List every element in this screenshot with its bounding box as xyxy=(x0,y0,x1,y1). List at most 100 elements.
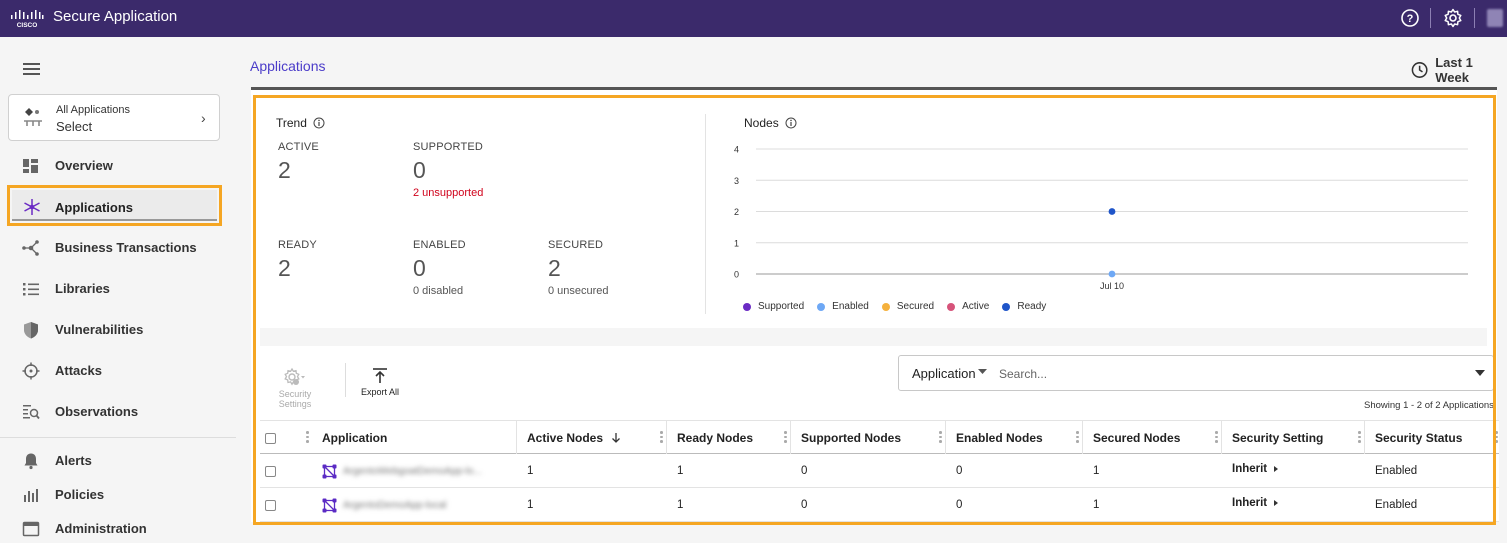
sidebar-item-observations[interactable]: Observations xyxy=(0,394,236,428)
shield-icon xyxy=(24,322,38,339)
security-setting-dropdown[interactable]: Inherit xyxy=(1232,452,1279,486)
select-all-checkbox[interactable] xyxy=(265,421,276,455)
column-header-secured-nodes[interactable]: Secured Nodes xyxy=(1093,421,1180,455)
column-divider xyxy=(666,421,667,455)
y-tick-label: 3 xyxy=(734,176,739,186)
column-header-ready-nodes[interactable]: Ready Nodes xyxy=(677,421,753,455)
libraries-icon xyxy=(23,283,39,296)
export-all-button[interactable]: Export All xyxy=(356,367,404,397)
applications-icon xyxy=(24,199,40,215)
user-avatar[interactable] xyxy=(1487,9,1503,27)
column-header-enabled-nodes[interactable]: Enabled Nodes xyxy=(956,421,1043,455)
search-bar: Application Search... xyxy=(898,355,1494,391)
application-name[interactable]: ArgentoDemoApp-local xyxy=(343,500,446,511)
stat-sub-unsupported[interactable]: 2 unsupported xyxy=(413,187,483,199)
table-row[interactable]: ArgentoWebgoatDemoApp-lo... 1 1 0 0 1 In… xyxy=(260,454,1499,488)
column-menu-icon[interactable] xyxy=(1215,431,1218,445)
security-settings-button[interactable]: Security Settings xyxy=(262,367,328,409)
sidebar-item-business-transactions[interactable]: Business Transactions xyxy=(0,230,236,264)
y-tick-label: 2 xyxy=(734,207,739,217)
table-row[interactable]: ArgentoDemoApp-local 1 1 0 0 1 Inherit E… xyxy=(260,488,1499,522)
secured-nodes-cell: 1 xyxy=(1093,499,1100,511)
column-menu-icon[interactable] xyxy=(1495,431,1498,445)
column-header-security-setting[interactable]: Security Setting xyxy=(1232,421,1323,455)
sidebar-item-policies[interactable]: Policies xyxy=(0,477,236,511)
svg-text:?: ? xyxy=(1407,13,1414,25)
stat-value: 2 xyxy=(278,255,291,281)
application-cell[interactable]: ArgentoDemoApp-local xyxy=(322,488,446,522)
column-menu-icon[interactable] xyxy=(306,431,309,445)
column-header-security-status[interactable]: Security Status xyxy=(1375,421,1462,455)
app-selector-title: All Applications xyxy=(56,104,130,116)
application-hierarchy-icon xyxy=(24,108,42,126)
column-menu-icon[interactable] xyxy=(1358,431,1361,445)
application-cell[interactable]: ArgentoWebgoatDemoApp-lo... xyxy=(322,454,482,488)
security-setting-dropdown[interactable]: Inherit xyxy=(1232,486,1279,520)
sidebar-item-label: Libraries xyxy=(55,281,110,296)
help-icon[interactable]: ? xyxy=(1400,8,1420,28)
info-icon[interactable] xyxy=(313,117,325,129)
sidebar-item-libraries[interactable]: Libraries xyxy=(0,271,236,305)
sidebar-item-vulnerabilities[interactable]: Vulnerabilities xyxy=(0,312,236,346)
column-menu-icon[interactable] xyxy=(784,431,787,445)
trend-title-text: Trend xyxy=(276,116,307,130)
column-header-active-nodes[interactable]: Active Nodes xyxy=(527,421,622,455)
stat-active: ACTIVE 2 xyxy=(278,141,319,184)
legend-item-secured[interactable]: Secured xyxy=(881,301,934,312)
stat-label: SUPPORTED xyxy=(413,141,484,153)
column-menu-icon[interactable] xyxy=(1076,431,1079,445)
column-menu-icon[interactable] xyxy=(660,431,663,445)
enabled-nodes-cell: 0 xyxy=(956,465,963,477)
row-checkbox[interactable] xyxy=(265,454,276,488)
legend-swatch xyxy=(817,302,826,311)
stat-label: ACTIVE xyxy=(278,141,319,153)
caret-down-icon[interactable] xyxy=(1475,370,1485,376)
sidebar-item-applications[interactable]: Applications xyxy=(0,185,236,229)
row-checkbox[interactable] xyxy=(265,488,276,522)
legend-item-supported[interactable]: Supported xyxy=(743,301,804,312)
search-input[interactable]: Search... xyxy=(999,367,1047,381)
active-nodes-cell: 1 xyxy=(527,465,534,477)
bell-icon xyxy=(24,453,38,470)
sort-descending-icon[interactable] xyxy=(610,432,622,444)
active-nodes-cell: 1 xyxy=(527,499,534,511)
sidebar-item-overview[interactable]: Overview xyxy=(0,148,236,182)
column-header-supported-nodes[interactable]: Supported Nodes xyxy=(801,421,901,455)
application-node-icon xyxy=(322,498,337,512)
settings-icon[interactable] xyxy=(1443,8,1463,28)
sidebar-item-attacks[interactable]: Attacks xyxy=(0,353,236,387)
sidebar-item-label: Administration xyxy=(55,521,147,536)
sidebar-divider xyxy=(0,437,236,438)
sidebar-item-label: Attacks xyxy=(55,363,102,378)
business-transactions-icon xyxy=(22,240,39,256)
sidebar-item-label: Policies xyxy=(55,487,105,502)
application-name[interactable]: ArgentoWebgoatDemoApp-lo... xyxy=(343,466,482,477)
security-settings-label: Security Settings xyxy=(278,389,312,409)
stat-secured: SECURED 2 0 unsecured xyxy=(548,239,609,297)
column-divider xyxy=(790,421,791,455)
breadcrumb[interactable]: Applications xyxy=(250,58,326,74)
cisco-logo[interactable]: CISCO xyxy=(10,7,44,29)
info-icon[interactable] xyxy=(785,117,797,129)
application-selector[interactable]: All Applications Select › xyxy=(8,94,220,141)
time-range-selector[interactable]: Last 1 Week xyxy=(1411,55,1507,85)
app-selector-value: Select xyxy=(56,119,93,134)
legend-item-ready[interactable]: Ready xyxy=(1002,301,1046,312)
nodes-chart: 0 1 2 3 4 Jul 10 xyxy=(734,145,1468,291)
time-range-label: Last 1 Week xyxy=(1435,55,1473,85)
column-divider xyxy=(1364,421,1365,455)
stat-label: READY xyxy=(278,239,317,251)
sidebar-item-label: Overview xyxy=(55,158,113,173)
caret-down-icon[interactable] xyxy=(978,369,987,375)
column-menu-icon[interactable] xyxy=(939,431,942,445)
caret-right-icon xyxy=(1274,500,1279,506)
search-filter-dropdown[interactable]: Application xyxy=(912,366,976,381)
legend-item-enabled[interactable]: Enabled xyxy=(817,301,869,312)
pagination-summary: Showing 1 - 2 of 2 Applications xyxy=(1364,400,1494,411)
sidebar-item-alerts[interactable]: Alerts xyxy=(0,443,236,477)
sidebar-item-administration[interactable]: Administration xyxy=(0,511,236,543)
menu-icon[interactable] xyxy=(23,63,40,75)
column-header-application[interactable]: Application xyxy=(322,421,387,455)
legend-item-active[interactable]: Active xyxy=(947,301,989,312)
nodes-title: Nodes xyxy=(744,116,797,130)
